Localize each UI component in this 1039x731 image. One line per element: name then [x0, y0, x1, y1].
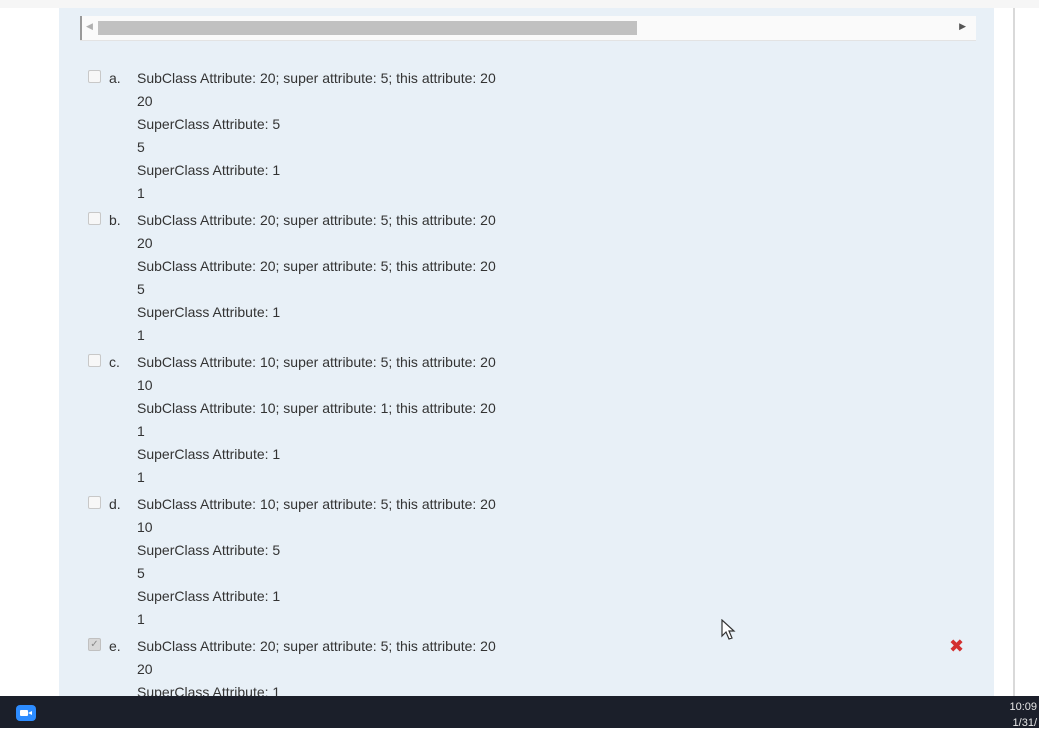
zoom-app-icon[interactable]: [16, 705, 36, 721]
option-letter: c.: [109, 354, 120, 370]
page-right-border: [1013, 8, 1015, 696]
answer-checkbox[interactable]: [88, 354, 101, 367]
answer-option[interactable]: d. SubClass Attribute: 10; super attribut…: [86, 492, 966, 630]
option-line: 20: [137, 235, 153, 251]
option-line: SuperClass Attribute: 1: [137, 304, 281, 320]
option-text: SubClass Attribute: 10; super attribute:…: [137, 350, 966, 488]
option-line: SubClass Attribute: 20; super attribute:…: [137, 258, 496, 274]
option-line: 1: [137, 423, 145, 439]
answer-option[interactable]: ✓ e. SubClass Attribute: 20; super attribu…: [86, 634, 966, 703]
answer-checkbox[interactable]: ✓: [88, 638, 101, 651]
clock-date: 1/31/: [1012, 717, 1037, 729]
scroll-left-arrow-icon[interactable]: ◀: [86, 21, 93, 32]
option-line: SuperClass Attribute: 1: [137, 446, 281, 462]
answer-checkbox[interactable]: [88, 496, 101, 509]
answer-checkbox[interactable]: [88, 70, 101, 83]
answer-option[interactable]: c. SubClass Attribute: 10; super attribut…: [86, 350, 966, 488]
option-line: 20: [137, 93, 153, 109]
option-line: SubClass Attribute: 20; super attribute:…: [137, 212, 496, 228]
text-caret: [80, 16, 82, 40]
horizontal-scrollbar[interactable]: ◀ ▶: [80, 16, 976, 41]
taskbar: 10:09 1/31/: [0, 696, 1039, 731]
taskbar-clock[interactable]: 10:09 1/31/: [1009, 699, 1037, 731]
answer-option[interactable]: a. SubClass Attribute: 20; super attribut…: [86, 66, 966, 204]
option-letter: d.: [109, 496, 121, 512]
option-text: SubClass Attribute: 20; super attribute:…: [137, 66, 966, 204]
option-line: 5: [137, 139, 145, 155]
option-line: SubClass Attribute: 20; super attribute:…: [137, 638, 496, 654]
scrollbar-thumb[interactable]: [98, 21, 637, 35]
option-text: SubClass Attribute: 20; super attribute:…: [137, 208, 966, 346]
option-line: SuperClass Attribute: 5: [137, 542, 281, 558]
option-line: SuperClass Attribute: 1: [137, 588, 281, 604]
scroll-right-arrow-icon[interactable]: ▶: [959, 21, 966, 32]
option-line: SubClass Attribute: 20; super attribute:…: [137, 70, 496, 86]
option-line: 1: [137, 327, 145, 343]
answer-option[interactable]: b. SubClass Attribute: 20; super attribut…: [86, 208, 966, 346]
option-letter: e.: [109, 638, 121, 654]
option-text: SubClass Attribute: 10; super attribute:…: [137, 492, 966, 630]
option-letter: a.: [109, 70, 121, 86]
option-line: 10: [137, 519, 153, 535]
incorrect-x-icon: ✖: [949, 636, 965, 656]
option-letter: b.: [109, 212, 121, 228]
option-line: 20: [137, 661, 153, 677]
option-text: SubClass Attribute: 20; super attribute:…: [137, 634, 966, 703]
option-line: 1: [137, 185, 145, 201]
option-line: SubClass Attribute: 10; super attribute:…: [137, 496, 496, 512]
mouse-pointer-icon: [721, 619, 736, 640]
option-line: 10: [137, 377, 153, 393]
option-line: SubClass Attribute: 10; super attribute:…: [137, 400, 496, 416]
top-edge: [0, 0, 1039, 8]
option-line: 5: [137, 281, 145, 297]
answer-checkbox[interactable]: [88, 212, 101, 225]
option-line: 1: [137, 469, 145, 485]
clock-time: 10:09: [1009, 701, 1037, 713]
option-line: SuperClass Attribute: 1: [137, 162, 281, 178]
option-line: 1: [137, 611, 145, 627]
option-line: 5: [137, 565, 145, 581]
answer-options: a. SubClass Attribute: 20; super attribut…: [86, 66, 966, 707]
option-line: SubClass Attribute: 10; super attribute:…: [137, 354, 496, 370]
option-line: SuperClass Attribute: 5: [137, 116, 281, 132]
